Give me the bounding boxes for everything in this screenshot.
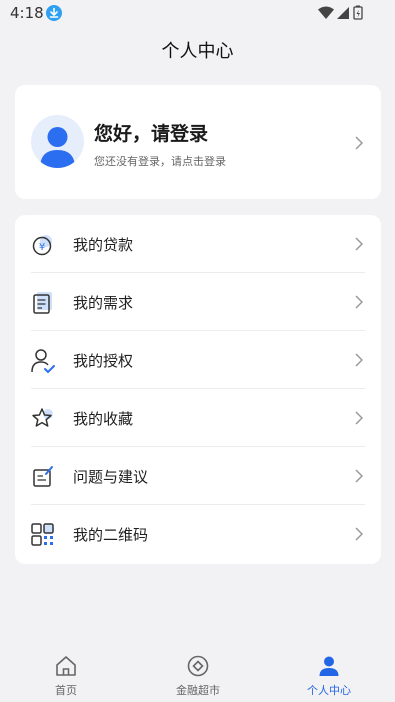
status-time: 4:18 — [10, 4, 44, 22]
tab-label: 个人中心 — [307, 684, 351, 697]
chevron-right-icon — [355, 236, 364, 255]
user-check-icon — [29, 347, 57, 375]
login-hint: 您还没有登录，请点击登录 — [94, 155, 226, 168]
qr-code-icon — [29, 521, 57, 549]
loan-yen-icon: ¥ — [29, 231, 57, 259]
bottom-tab-bar: 首页 金融超市 个人中心 — [0, 646, 395, 702]
menu-item-my-needs[interactable]: 我的需求 — [15, 273, 381, 331]
menu-item-my-authorization[interactable]: 我的授权 — [15, 331, 381, 389]
menu-item-feedback[interactable]: 问题与建议 — [15, 447, 381, 505]
document-icon — [29, 289, 57, 317]
chevron-right-icon — [355, 352, 364, 371]
login-greeting: 您好，请登录 — [94, 123, 209, 145]
page-title: 个人中心 — [161, 41, 234, 62]
menu-item-my-loans[interactable]: ¥ 我的贷款 — [15, 215, 381, 273]
cellular-signal-icon — [337, 7, 349, 19]
chevron-right-icon — [355, 135, 364, 154]
battery-icon — [353, 5, 363, 20]
tab-personal-center[interactable]: 个人中心 — [263, 646, 395, 702]
person-icon — [317, 654, 341, 678]
status-icons — [317, 5, 367, 21]
chevron-right-icon — [355, 526, 364, 545]
avatar — [31, 115, 84, 168]
menu-label: 我的需求 — [73, 294, 134, 312]
tab-financial-market[interactable]: 金融超市 — [132, 646, 264, 702]
wifi-icon — [318, 6, 334, 19]
chevron-right-icon — [355, 468, 364, 487]
tab-label: 金融超市 — [176, 684, 220, 697]
target-icon — [186, 654, 210, 678]
menu-label: 我的收藏 — [73, 410, 134, 428]
home-icon — [54, 654, 78, 678]
default-avatar-icon — [40, 127, 75, 168]
menu-item-my-qr-code[interactable]: 我的二维码 — [15, 505, 381, 563]
download-icon — [46, 5, 62, 21]
menu-label: 我的贷款 — [73, 236, 134, 254]
star-icon — [29, 405, 57, 433]
login-card[interactable]: 您好，请登录 您还没有登录，请点击登录 — [15, 85, 381, 199]
chevron-right-icon — [355, 410, 364, 429]
menu-label: 问题与建议 — [73, 468, 149, 486]
menu-label: 我的授权 — [73, 352, 134, 370]
menu-item-my-favorites[interactable]: 我的收藏 — [15, 389, 381, 447]
svg-text:¥: ¥ — [39, 242, 45, 253]
tab-label: 首页 — [55, 684, 77, 697]
status-bar: 4:18 — [0, 0, 395, 26]
edit-note-icon — [29, 463, 57, 491]
menu-card: ¥ 我的贷款 我的需求 我的授权 我的收藏 问题与建议 我的二维码 — [15, 215, 381, 564]
menu-label: 我的二维码 — [73, 526, 149, 544]
chevron-right-icon — [355, 294, 364, 313]
tab-home[interactable]: 首页 — [0, 646, 132, 702]
